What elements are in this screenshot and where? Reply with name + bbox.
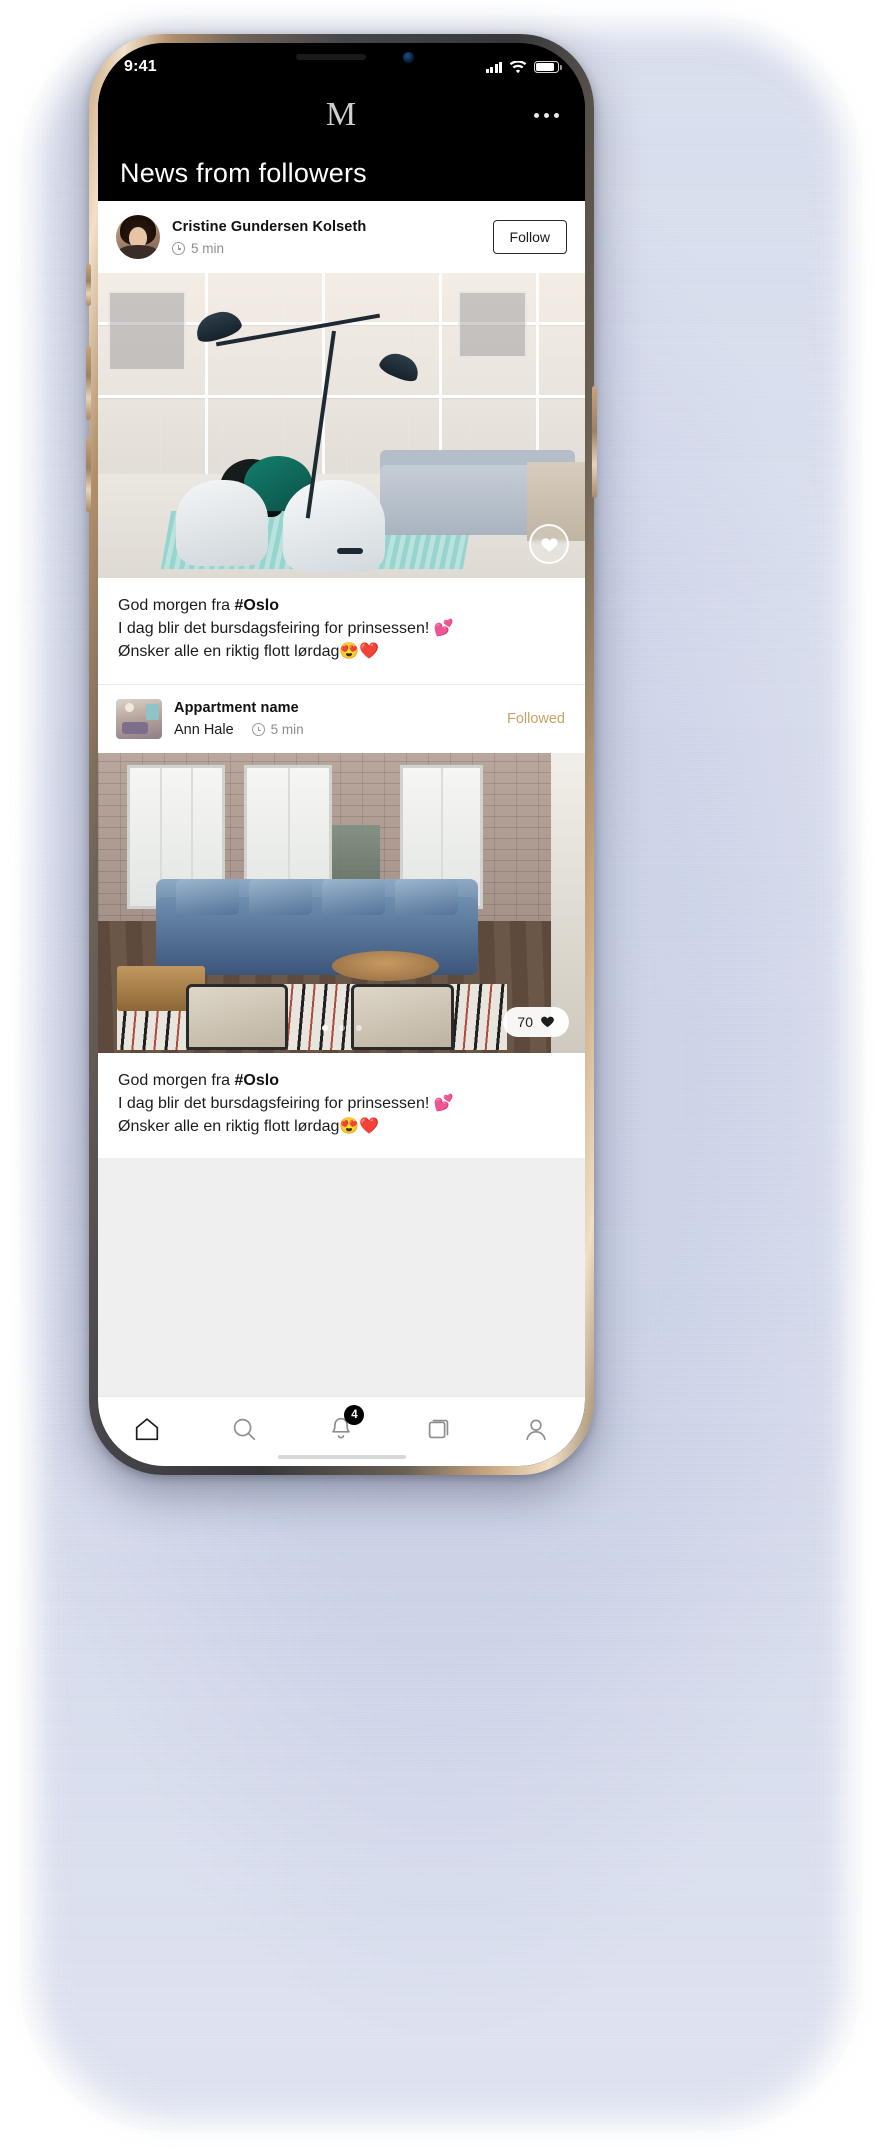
search-icon [233, 1418, 256, 1440]
post-author-name: Cristine Gundersen Kolseth [172, 219, 367, 236]
clock-icon [251, 723, 265, 737]
app-logo: M [325, 96, 358, 133]
post-author-name: Appartment name [174, 700, 299, 717]
tab-search[interactable] [215, 1403, 273, 1455]
screenshot-stage: 9:41 M News from followers Cristine Gund… [0, 0, 882, 2149]
caption-hashtag[interactable]: #Oslo [235, 597, 279, 614]
cellular-signal-icon [485, 61, 502, 73]
home-indicator [277, 1455, 406, 1459]
post-header: Cristine Gundersen Kolseth 5 min Follow [98, 201, 585, 273]
phone-screen: 9:41 M News from followers Cristine Gund… [98, 43, 585, 1466]
bottom-tab-bar: 4 [98, 1396, 585, 1466]
post-image-loft[interactable]: 70 [98, 752, 585, 1053]
carousel-dots[interactable] [321, 1024, 362, 1031]
post-caption: God morgen fra #Oslo I dag blir det burs… [98, 578, 585, 684]
battery-icon [534, 61, 562, 73]
carousel-dot[interactable] [355, 1024, 362, 1031]
app-bar: M [98, 87, 585, 143]
caption-text-1: God morgen fra [118, 1071, 235, 1089]
mute-switch[interactable] [86, 264, 91, 306]
post-meta: Cristine Gundersen Kolseth 5 min [172, 218, 481, 256]
caption-hashtag[interactable]: #Oslo [235, 1072, 279, 1089]
caption-text-1: God morgen fra [118, 597, 235, 614]
tab-home[interactable] [118, 1403, 176, 1455]
follow-button[interactable]: Follow [492, 220, 567, 254]
carousel-dot-active[interactable] [321, 1024, 328, 1031]
status-bar: 9:41 [98, 43, 585, 87]
power-button[interactable] [592, 386, 597, 498]
heart-icon [540, 537, 558, 552]
tab-notifications[interactable]: 4 [312, 1403, 370, 1455]
post-image-illustration [98, 273, 585, 578]
page-title: News from followers [98, 143, 585, 201]
caption-line-1: God morgen fra #Oslo [118, 594, 565, 617]
post-meta: Appartment name Ann Hale 5 min [174, 699, 495, 738]
post-subtitle: 5 min [172, 241, 481, 256]
like-heart-button[interactable] [529, 524, 569, 564]
post-caption: God morgen fra #Oslo I dag blir det burs… [98, 1052, 585, 1159]
post-card: Cristine Gundersen Kolseth 5 min Follow [98, 201, 585, 684]
home-icon [135, 1417, 158, 1440]
phone-device: 9:41 M News from followers Cristine Gund… [86, 34, 597, 1475]
carousel-dot[interactable] [338, 1024, 345, 1031]
heart-icon [541, 1016, 554, 1028]
status-time: 9:41 [124, 58, 157, 75]
tab-collections[interactable] [410, 1403, 468, 1455]
volume-down-button[interactable] [86, 438, 91, 512]
post-image-showroom[interactable] [98, 273, 585, 578]
tab-profile[interactable] [507, 1403, 565, 1455]
volume-up-button[interactable] [86, 346, 91, 420]
caption-line-2: I dag blir det bursdagsfeiring for prins… [118, 620, 454, 638]
feed-list[interactable]: Cristine Gundersen Kolseth 5 min Follow [98, 201, 585, 1396]
clock-icon [172, 241, 185, 255]
post-header: Appartment name Ann Hale 5 min Followed [98, 684, 585, 753]
wifi-icon [509, 60, 527, 73]
caption-line-1: God morgen fra #Oslo [118, 1069, 565, 1092]
post-time: 5 min [270, 722, 304, 738]
user-avatar[interactable] [116, 215, 160, 259]
status-icons [485, 60, 562, 74]
post-sub-author: Ann Hale [174, 721, 234, 738]
caption-line-3: Ønsker alle en riktig flott lørdag😍❤️ [118, 643, 380, 661]
cards-icon [428, 1419, 449, 1438]
profile-icon [526, 1419, 546, 1440]
post-card: Appartment name Ann Hale 5 min Followed [98, 684, 585, 1159]
followed-status-label[interactable]: Followed [507, 711, 567, 727]
more-options-icon[interactable] [530, 105, 563, 126]
likes-count: 70 [517, 1013, 533, 1030]
post-time: 5 min [191, 240, 225, 256]
phone-bezel: 9:41 M News from followers Cristine Gund… [98, 43, 585, 1466]
caption-line-2: I dag blir det bursdagsfeiring for prins… [118, 1094, 454, 1112]
likes-count-pill[interactable]: 70 [503, 1006, 569, 1037]
post-subtitle: Ann Hale 5 min [174, 722, 495, 738]
caption-line-3: Ønsker alle en riktig flott lørdag😍❤️ [118, 1117, 380, 1135]
apartment-thumbnail[interactable] [116, 698, 162, 739]
notification-badge: 4 [344, 1404, 365, 1425]
